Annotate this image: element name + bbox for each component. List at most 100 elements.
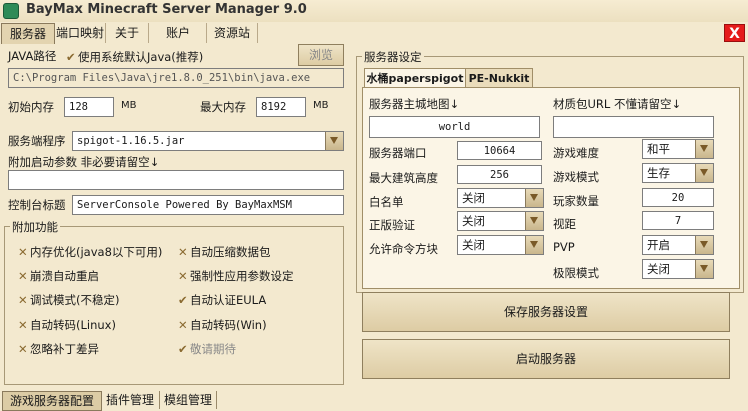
use-system-java-checkbox[interactable]: ✔ 使用系统默认Java(推荐) [66,49,203,65]
cross-icon: ✕ [18,293,28,307]
bottom-tab-bar: 游戏服务器配置 插件管理 模组管理 [0,391,748,411]
menu-account[interactable]: 账户 [150,23,207,43]
addon-label: 自动转码(Linux) [30,318,116,332]
cross-icon: ✕ [178,245,188,259]
init-memory-unit: MB [121,100,137,111]
hardcore-select[interactable]: 关闭 [642,259,714,279]
chevron-down-icon [695,260,713,278]
port-input[interactable]: 10664 [457,141,542,160]
whitelist-value: 关闭 [462,191,485,205]
online-mode-select[interactable]: 关闭 [457,211,544,231]
addon-auto-compress[interactable]: ✕ 自动压缩数据包 [178,244,271,260]
java-path-field[interactable]: C:\Program Files\Java\jre1.8.0_251\bin\j… [8,68,344,88]
addon-memory-optimize[interactable]: ✕ 内存优化(java8以下可用) [18,244,162,260]
console-title-input[interactable]: ServerConsole Powered By BayMaxMSM [72,195,344,215]
tab-plugin-manager[interactable]: 插件管理 [101,391,160,409]
server-settings-title: 服务器设定 [362,49,424,65]
server-program-label: 服务端程序 [8,134,66,148]
view-distance-label: 视距 [553,217,576,231]
check-icon: ✔ [178,342,188,356]
max-memory-input[interactable]: 8192 [256,97,306,117]
main-map-input[interactable]: world [369,116,540,138]
whitelist-select[interactable]: 关闭 [457,188,544,208]
resource-pack-label: 材质包URL 不懂请留空↓ [553,97,682,111]
check-icon: ✔ [66,50,76,64]
server-program-select[interactable]: spigot-1.16.5.jar [72,131,344,151]
cross-icon: ✕ [178,269,188,283]
cross-icon: ✕ [18,318,28,332]
console-title-label: 控制台标题 [8,198,66,212]
build-height-input[interactable]: 256 [457,165,542,184]
window-title: BayMax Minecraft Server Manager 9.0 [26,2,307,17]
check-icon: ✔ [178,293,188,307]
app-icon [3,3,19,19]
start-server-button[interactable]: 启动服务器 [362,339,730,379]
addon-label: 敬请期待 [190,342,236,356]
addon-debug-mode[interactable]: ✕ 调试模式(不稳定) [18,292,119,308]
chevron-down-icon [695,140,713,158]
hardcore-value: 关闭 [647,262,670,276]
addon-crash-restart[interactable]: ✕ 崩溃自动重启 [18,268,99,284]
addon-transcode-linux[interactable]: ✕ 自动转码(Linux) [18,317,116,333]
browse-button[interactable]: 浏览 [298,44,344,66]
addon-label: 强制性应用参数设定 [190,269,294,283]
addon-label: 内存优化(java8以下可用) [30,245,163,259]
online-mode-label: 正版验证 [369,218,415,232]
extra-args-label: 附加启动参数 非必要请留空↓ [8,155,160,169]
menu-bar: 服务器 端口映射 关于 账户 资源站 [0,23,748,44]
init-memory-label: 初始内存 [8,100,54,114]
menu-about[interactable]: 关于 [106,23,149,43]
cross-icon: ✕ [18,269,28,283]
port-label: 服务器端口 [369,146,427,160]
command-block-label: 允许命令方块 [369,242,438,256]
addons-title: 附加功能 [10,219,60,235]
addon-label: 自动压缩数据包 [190,245,271,259]
max-memory-unit: MB [313,100,329,111]
command-block-value: 关闭 [462,238,485,252]
menu-port-mapping[interactable]: 端口映射 [55,23,106,43]
resource-pack-input[interactable] [553,116,714,138]
chevron-down-icon [525,189,543,207]
addon-label: 自动认证EULA [190,293,267,307]
init-memory-input[interactable]: 128 [64,97,114,117]
addon-transcode-win[interactable]: ✕ 自动转码(Win) [178,317,267,333]
addon-label: 忽略补丁差异 [30,342,99,356]
save-settings-button[interactable]: 保存服务器设置 [362,292,730,332]
difficulty-label: 游戏难度 [553,146,599,160]
server-program-value: spigot-1.16.5.jar [77,135,185,147]
cross-icon: ✕ [18,342,28,356]
players-label: 玩家数量 [553,194,599,208]
chevron-down-icon [325,132,343,150]
gamemode-label: 游戏模式 [553,170,599,184]
menu-resource-site[interactable]: 资源站 [207,23,258,43]
difficulty-select[interactable]: 和平 [642,139,714,159]
tab-mod-manager[interactable]: 模组管理 [160,391,217,409]
pvp-select[interactable]: 开启 [642,235,714,255]
close-button[interactable]: X [724,24,745,42]
use-system-java-label: 使用系统默认Java(推荐) [78,50,204,64]
extra-args-input[interactable] [8,170,344,190]
addon-ignore-patch[interactable]: ✕ 忽略补丁差异 [18,341,99,357]
gamemode-value: 生存 [647,166,670,180]
build-height-label: 最大建筑高度 [369,171,438,185]
players-input[interactable]: 20 [642,188,714,207]
tab-game-server-config[interactable]: 游戏服务器配置 [2,391,102,411]
max-memory-label: 最大内存 [200,100,246,114]
tab-pe-nukkit[interactable]: PE-Nukkit [465,68,533,88]
hardcore-label: 极限模式 [553,266,599,280]
addon-auto-eula[interactable]: ✔ 自动认证EULA [178,292,266,308]
pvp-value: 开启 [647,238,670,252]
addon-label: 调试模式(不稳定) [30,293,120,307]
addon-force-params[interactable]: ✕ 强制性应用参数设定 [178,268,294,284]
whitelist-label: 白名单 [369,195,404,209]
tab-paperspigot[interactable]: 水桶paperspigot [364,68,466,88]
addon-coming-soon: ✔ 敬请期待 [178,341,236,357]
view-distance-input[interactable]: 7 [642,211,714,230]
command-block-select[interactable]: 关闭 [457,235,544,255]
chevron-down-icon [525,236,543,254]
gamemode-select[interactable]: 生存 [642,163,714,183]
chevron-down-icon [695,164,713,182]
main-map-label: 服务器主城地图↓ [369,97,460,111]
online-mode-value: 关闭 [462,214,485,228]
menu-server[interactable]: 服务器 [1,23,55,44]
